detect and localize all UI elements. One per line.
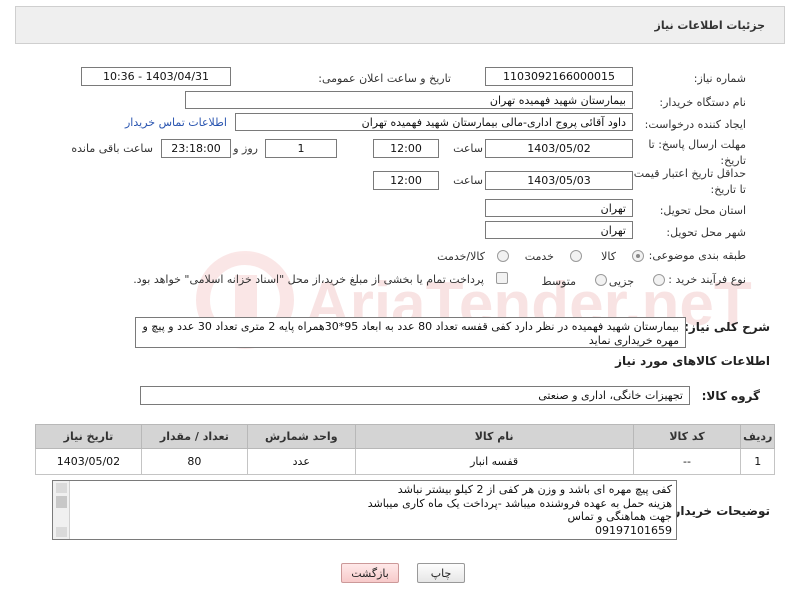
reply-deadline-time: 12:00 [373, 139, 439, 158]
row-date: 1403/05/02 [35, 448, 142, 475]
notes-line: هزینه حمل به عهده فروشنده میباشد -پرداخت… [367, 496, 672, 510]
purchase-radio-medium[interactable] [595, 274, 607, 286]
row-code: -- [632, 448, 742, 475]
buyer-org-label: نام دستگاه خریدار: [659, 96, 746, 109]
purchase-option-medium: متوسط [541, 275, 576, 288]
price-validity-date: 1403/05/03 [485, 171, 633, 190]
remaining-time-label: ساعت باقی مانده [71, 142, 153, 155]
price-validity-time-label: ساعت [453, 174, 483, 187]
announce-datetime-label: تاریخ و ساعت اعلان عمومی: [318, 72, 451, 85]
row-index: 1 [740, 448, 775, 475]
delivery-province-label: استان محل تحویل: [659, 204, 746, 217]
col-name-header: نام کالا [354, 424, 634, 449]
need-number-field: 1103092166000015 [485, 67, 633, 86]
col-code-header: کد کالا [632, 424, 742, 449]
creator-field: داود آقائی پروج اداری-مالی بیمارستان شهی… [235, 113, 633, 131]
remaining-time-field: 23:18:00 [161, 139, 231, 158]
category-radio-both[interactable] [497, 250, 509, 262]
buyer-notes-label: توضیحات خریدار: [668, 504, 770, 518]
goods-table-header: ردیف کد کالا نام کالا واحد شمارش تعداد /… [35, 424, 775, 449]
buyer-notes-field[interactable]: کفی پیچ مهره ای باشد و وزن هر کفی از 2 ک… [52, 480, 677, 540]
category-radio-goods[interactable] [632, 250, 644, 262]
goods-table: ردیف کد کالا نام کالا واحد شمارش تعداد /… [35, 424, 775, 475]
goods-group-label: گروه کالا: [701, 389, 760, 403]
row-qty: 80 [140, 448, 248, 475]
description-label: شرح کلی نیاز: [684, 320, 770, 334]
purchase-radio-minor[interactable] [653, 274, 665, 286]
goods-section-title: اطلاعات کالاهای مورد نیاز [615, 354, 770, 368]
goods-group-field: تجهیزات خانگی، اداری و صنعتی [140, 386, 690, 405]
col-unit-header: واحد شمارش [246, 424, 356, 449]
reply-deadline-date: 1403/05/02 [485, 139, 633, 158]
category-option-goods: کالا [601, 250, 616, 263]
col-row-header: ردیف [740, 424, 775, 449]
back-button[interactable]: بازگشت [341, 563, 399, 583]
price-validity-time: 12:00 [373, 171, 439, 190]
table-row: 1 -- قفسه انبار عدد 80 1403/05/02 [35, 448, 775, 475]
price-validity-label: حداقل تاریخ اعتبار قیمت: تا تاریخ: [630, 167, 746, 196]
category-option-both: کالا/خدمت [437, 250, 485, 263]
buyer-org-field: بیمارستان شهید فهمیده تهران [185, 91, 633, 109]
notes-line: جهت هماهنگی و تماس [567, 510, 672, 523]
reply-deadline-time-label: ساعت [453, 142, 483, 155]
row-unit: عدد [246, 448, 356, 475]
notes-line: 09197101659 [595, 523, 672, 537]
category-label: طبقه بندی موضوعی: [648, 249, 746, 262]
treasury-checkbox[interactable] [496, 272, 508, 284]
scroll-up-arrow[interactable] [56, 483, 67, 493]
category-radio-service[interactable] [570, 250, 582, 262]
notes-line: کفی پیچ مهره ای باشد و وزن هر کفی از 2 ک… [397, 483, 672, 496]
col-date-header: تاریخ نیاز [35, 424, 142, 449]
print-button[interactable]: چاپ [417, 563, 465, 583]
scroll-thumb[interactable] [56, 496, 67, 508]
remaining-days-field: 1 [265, 139, 337, 158]
need-number-label: شماره نیاز: [693, 72, 746, 85]
treasury-checkbox-text: پرداخت تمام یا بخشی از مبلغ خرید،از محل … [133, 273, 484, 286]
buyer-contact-link[interactable]: اطلاعات تماس خریدار [125, 116, 227, 129]
purchase-option-minor: جزیی [608, 275, 634, 288]
category-option-service: خدمت [524, 250, 554, 263]
notes-scrollbar[interactable] [53, 481, 70, 539]
row-name: قفسه انبار [354, 448, 634, 475]
delivery-province-field: تهران [485, 199, 633, 217]
page-title: جزئیات اطلاعات نیاز [654, 19, 766, 32]
col-qty-header: تعداد / مقدار [140, 424, 248, 449]
delivery-city-label: شهر محل تحویل: [666, 226, 746, 239]
purchase-type-label: نوع فرآیند خرید : [668, 273, 746, 286]
reply-deadline-label: مهلت ارسال پاسخ: تا تاریخ: [648, 138, 746, 167]
announce-datetime-field: 1403/04/31 - 10:36 [81, 67, 231, 86]
delivery-city-field: تهران [485, 221, 633, 239]
scroll-down-arrow[interactable] [56, 527, 67, 537]
creator-label: ایجاد کننده درخواست: [644, 118, 746, 131]
description-field: بیمارستان شهید فهمیده در نظر دارد کفی قف… [135, 317, 686, 348]
panel-header: جزئیات اطلاعات نیاز [15, 6, 785, 44]
days-label: روز و [233, 142, 258, 155]
